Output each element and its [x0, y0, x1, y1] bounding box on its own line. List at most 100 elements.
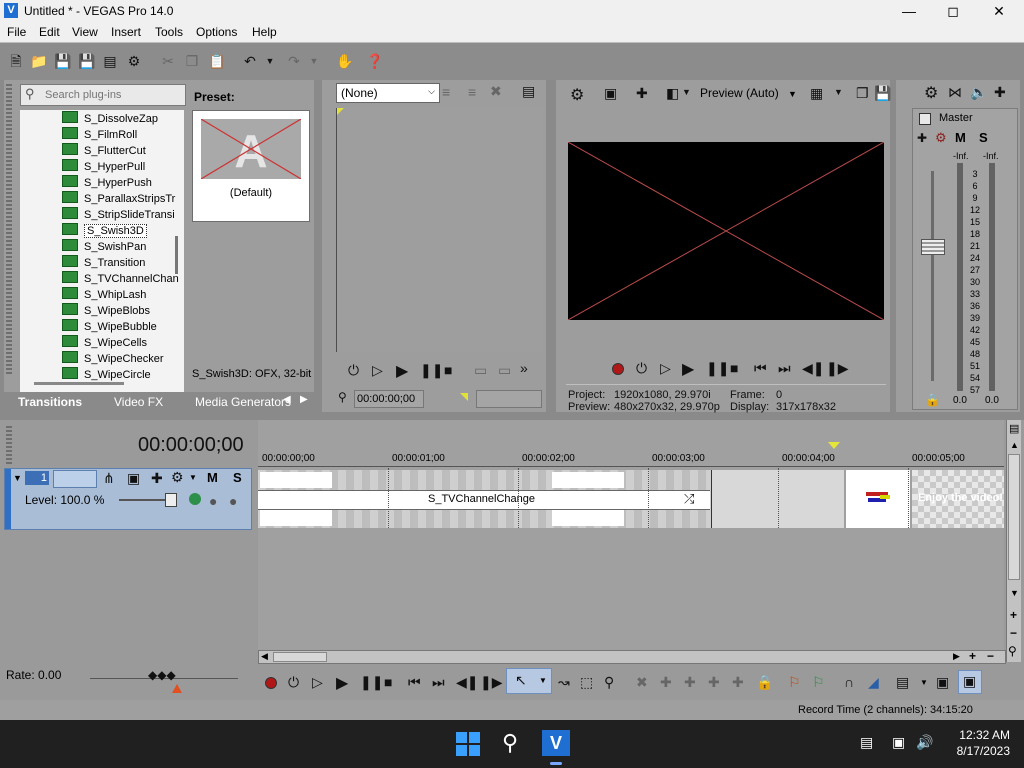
overlays-dropdown-icon[interactable]: ▼: [834, 87, 843, 97]
preview-quality-dropdown[interactable]: Preview (Auto) ▼: [700, 86, 800, 102]
tab-video-fx[interactable]: Video FX: [114, 395, 163, 409]
track-header[interactable]: ▼ 1 ⋔ ▣ ✚ ⚙ ▼ M S Level: 100.0 % ● ●: [4, 468, 252, 530]
preview-window[interactable]: [568, 142, 884, 320]
track-fx-icon[interactable]: ⚙: [171, 469, 184, 486]
external-monitor-icon[interactable]: ▣: [604, 85, 617, 102]
master-fx-chain-icon[interactable]: ⚙: [935, 130, 947, 146]
tab-transitions[interactable]: Transitions: [18, 395, 82, 409]
loop-icon[interactable]: ⏻: [348, 362, 359, 379]
new-file-icon[interactable]: 🗎: [8, 53, 24, 69]
volume-icon[interactable]: 🔊: [916, 734, 933, 751]
vertical-scroll-thumb[interactable]: [1008, 454, 1020, 580]
clock-time[interactable]: 12:32 AM: [950, 728, 1010, 742]
properties-gear-icon[interactable]: ⚙: [126, 53, 142, 69]
windows-start-icon[interactable]: [456, 732, 480, 756]
overlays-grid-icon[interactable]: ▦: [810, 85, 823, 102]
track-name-field[interactable]: [53, 470, 97, 488]
record-icon[interactable]: [612, 363, 624, 375]
scroll-down-icon[interactable]: ▼: [1010, 588, 1019, 598]
play-icon[interactable]: ▶: [396, 361, 408, 381]
mute-button[interactable]: M: [955, 130, 966, 145]
previous-frame-icon[interactable]: ◀❚: [802, 360, 825, 377]
trim-end-icon[interactable]: ✚: [708, 674, 720, 691]
hand-tool-icon[interactable]: ✋: [336, 53, 353, 69]
go-to-end-icon[interactable]: ⏭: [778, 360, 791, 377]
zoom-in-horizontal-icon[interactable]: +: [969, 649, 976, 663]
undo-icon[interactable]: ↶: [242, 53, 258, 69]
search-input[interactable]: [43, 87, 183, 103]
timeline-stop-icon[interactable]: ■: [384, 674, 392, 690]
lock-envelopes-icon[interactable]: ▣: [936, 674, 949, 691]
copy-snapshot-icon[interactable]: ❐: [856, 85, 869, 102]
pan-icon[interactable]: ✚: [917, 131, 927, 145]
tree-item[interactable]: S_WipeBubble: [62, 319, 157, 335]
save-icon[interactable]: 💾: [54, 53, 71, 69]
track-expand-icon[interactable]: ▼: [13, 473, 22, 483]
expand-track-layers-icon[interactable]: [189, 493, 201, 505]
audio-channels-icon[interactable]: ≡: [442, 84, 450, 100]
downmix-icon[interactable]: ⋈: [948, 84, 962, 101]
tree-item[interactable]: S_ParallaxStripsTr: [62, 191, 175, 207]
tree-item[interactable]: S_Transition: [62, 255, 145, 271]
tree-item[interactable]: S_DissolveZap: [62, 111, 158, 127]
network-status-icon[interactable]: ▤: [860, 734, 873, 751]
tree-item[interactable]: S_StripSlideTransi: [62, 207, 175, 223]
tree-horizontal-scrollbar-thumb[interactable]: [34, 382, 124, 385]
scroll-up-icon[interactable]: ▲: [1010, 440, 1019, 450]
transition-properties-icon[interactable]: ⤮: [684, 491, 694, 507]
clear-list-icon[interactable]: ≡: [468, 84, 476, 100]
insert-region-icon[interactable]: ⚐: [812, 674, 825, 691]
stop-icon[interactable]: ■: [730, 360, 738, 376]
marker-flag-icon[interactable]: [828, 442, 840, 449]
tree-item[interactable]: S_WhipLash: [62, 287, 146, 303]
compositing-mode-icon[interactable]: ▣: [127, 470, 140, 487]
tree-item[interactable]: S_WipeCircle: [62, 367, 151, 383]
composite-child-icon[interactable]: ●: [209, 493, 217, 509]
track-level-slider-handle[interactable]: [165, 493, 177, 507]
split-mode-icon[interactable]: ◧: [666, 85, 679, 102]
copy-icon[interactable]: ❐: [184, 53, 200, 69]
tab-media-generators[interactable]: Media Generators: [195, 395, 291, 409]
pause-icon[interactable]: ❚❚: [706, 360, 729, 377]
trimmer-options-icon[interactable]: ▤: [522, 83, 535, 100]
tree-item[interactable]: S_HyperPush: [62, 175, 152, 191]
tab-scroll-left-icon[interactable]: ◀: [283, 394, 291, 405]
rate-slider-handle[interactable]: ◆◆◆: [148, 668, 176, 682]
insert-marker-icon[interactable]: ⚐: [788, 674, 801, 691]
save-snapshot-icon[interactable]: 💾: [874, 85, 891, 102]
tab-scroll-right-icon[interactable]: ▶: [300, 394, 308, 405]
redo-icon[interactable]: ↷: [286, 53, 302, 69]
menu-insert[interactable]: Insert: [111, 25, 141, 39]
trimmer-duration-field[interactable]: [476, 390, 542, 408]
clock-date[interactable]: 8/17/2023: [940, 744, 1010, 758]
lock-icon[interactable]: 🔒: [925, 393, 940, 407]
tree-item[interactable]: S_FilmRoll: [62, 127, 137, 143]
clip-thumbnail-a-bottom[interactable]: [260, 510, 332, 526]
ripple-dropdown-icon[interactable]: ▼: [920, 678, 928, 687]
undo-dropdown-icon[interactable]: ▼: [262, 53, 278, 69]
timeline-horizontal-scrollbar[interactable]: ◀ ▶ + −: [258, 649, 1006, 664]
track-motion-icon[interactable]: ⋔: [103, 470, 115, 487]
save-as-icon[interactable]: 💾: [78, 53, 95, 69]
menu-options[interactable]: Options: [196, 25, 237, 39]
clip-thumbnail-b-bottom[interactable]: [552, 510, 624, 526]
pause-icon[interactable]: ❚❚: [420, 362, 443, 379]
dim-output-icon[interactable]: 🔈: [970, 84, 987, 101]
preset-thumbnail-card[interactable]: A (Default): [192, 110, 310, 222]
timeline-previous-frame-icon[interactable]: ◀❚: [456, 674, 479, 691]
minimize-button[interactable]: —: [886, 0, 932, 22]
lock-event-icon[interactable]: 🔒: [756, 674, 773, 691]
tree-item[interactable]: S_SwishPan: [62, 239, 146, 255]
delete-icon[interactable]: ✖: [636, 674, 648, 691]
menu-file[interactable]: File: [7, 25, 26, 39]
zoom-tool-icon[interactable]: ⚲: [1008, 644, 1017, 658]
cut-icon[interactable]: ✂: [160, 53, 176, 69]
split-icon[interactable]: ✚: [732, 674, 744, 691]
timeline-loop-icon[interactable]: ⏻: [288, 674, 299, 691]
horizontal-scroll-thumb[interactable]: [273, 652, 327, 662]
envelope-tool-icon[interactable]: ↝: [558, 674, 570, 691]
open-folder-icon[interactable]: 📁: [30, 53, 47, 69]
master-fx-icon[interactable]: ✚: [994, 84, 1006, 101]
trim-start-icon[interactable]: ✚: [684, 674, 696, 691]
timeline-go-to-end-icon[interactable]: ⏭: [432, 674, 445, 691]
